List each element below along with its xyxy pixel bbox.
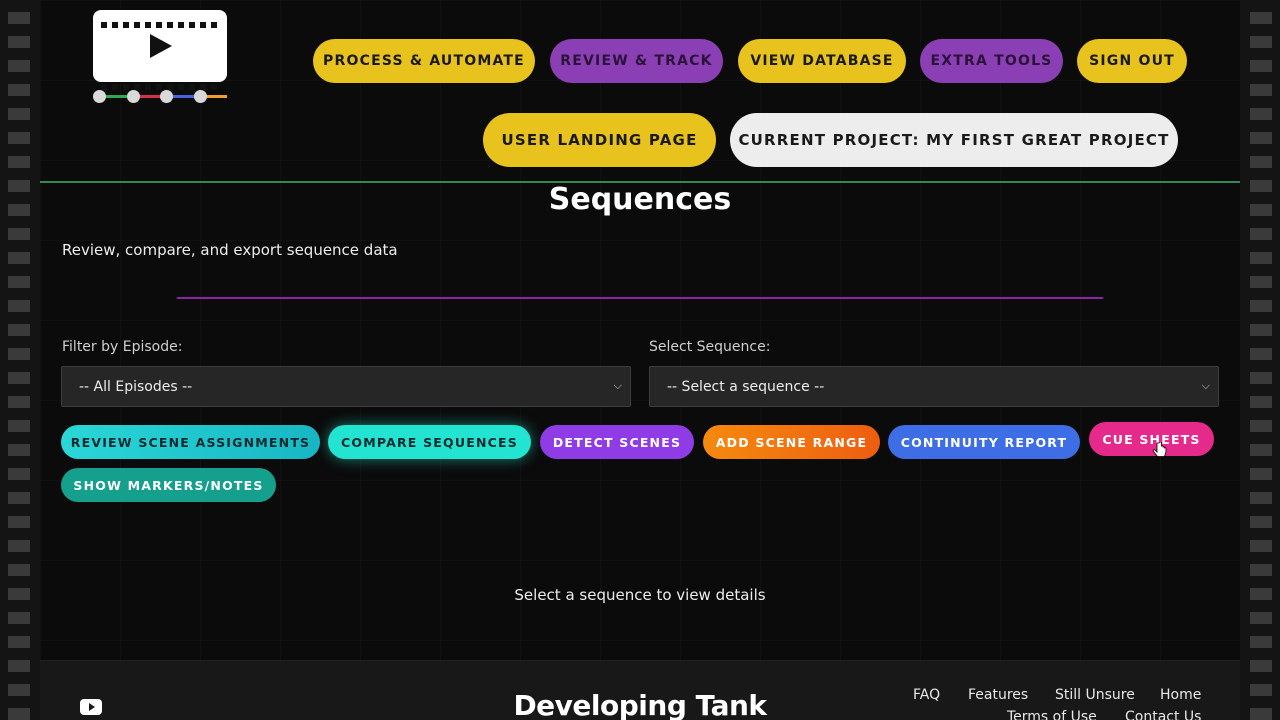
sequence-select-label: Select Sequence: bbox=[649, 339, 771, 355]
add-scene-range-button[interactable]: ADD SCENE RANGE bbox=[703, 425, 880, 459]
episode-filter-value: -- All Episodes -- bbox=[79, 378, 193, 395]
play-icon bbox=[150, 34, 172, 58]
footer: Developing Tank FAQ Features Still Unsur… bbox=[40, 660, 1240, 720]
footer-link-features[interactable]: Features bbox=[968, 687, 1028, 703]
nav-sign-out-button[interactable]: SIGN OUT bbox=[1077, 39, 1187, 83]
episode-filter-label: Filter by Episode: bbox=[62, 339, 183, 355]
film-strip-left bbox=[0, 0, 40, 720]
film-strip-right bbox=[1240, 0, 1280, 720]
continuity-report-button[interactable]: CONTINUITY REPORT bbox=[888, 425, 1080, 459]
footer-link-contact[interactable]: Contact Us bbox=[1125, 709, 1201, 720]
section-divider bbox=[177, 297, 1103, 299]
footer-link-home[interactable]: Home bbox=[1160, 687, 1201, 703]
current-project-button[interactable]: CURRENT PROJECT: MY FIRST GREAT PROJECT bbox=[730, 113, 1178, 167]
sequence-select-value: -- Select a sequence -- bbox=[667, 378, 825, 395]
footer-link-faq[interactable]: FAQ bbox=[913, 687, 940, 703]
nav-view-database-button[interactable]: VIEW DATABASE bbox=[738, 39, 906, 83]
chevron-down-icon: ⌵ bbox=[1201, 379, 1210, 392]
footer-link-still-unsure[interactable]: Still Unsure bbox=[1055, 687, 1135, 703]
user-landing-page-button[interactable]: USER LANDING PAGE bbox=[483, 113, 716, 167]
app-stage: PROCESS & AUTOMATE REVIEW & TRACK VIEW D… bbox=[40, 0, 1240, 720]
detect-scenes-button[interactable]: DETECT SCENES bbox=[540, 425, 694, 459]
app-logo[interactable] bbox=[92, 10, 228, 103]
episode-filter-select[interactable]: -- All Episodes -- ⌵ bbox=[61, 366, 631, 407]
empty-state-message: Select a sequence to view details bbox=[514, 586, 766, 604]
chevron-down-icon: ⌵ bbox=[613, 379, 622, 392]
show-markers-notes-button[interactable]: SHOW MARKERS/NOTES bbox=[61, 468, 276, 502]
hand-cursor-icon bbox=[1152, 442, 1167, 457]
compare-sequences-button[interactable]: COMPARE SEQUENCES bbox=[328, 425, 531, 459]
page-title: Sequences bbox=[548, 182, 732, 217]
review-scene-assignments-button[interactable]: REVIEW SCENE ASSIGNMENTS bbox=[61, 425, 320, 459]
nav-extra-tools-button[interactable]: EXTRA TOOLS bbox=[920, 39, 1063, 83]
nav-process-automate-button[interactable]: PROCESS & AUTOMATE bbox=[313, 39, 535, 83]
page-subtitle: Review, compare, and export sequence dat… bbox=[62, 241, 398, 259]
footer-link-terms[interactable]: Terms of Use bbox=[1007, 709, 1097, 720]
sequence-select[interactable]: -- Select a sequence -- ⌵ bbox=[649, 366, 1219, 407]
nav-review-track-button[interactable]: REVIEW & TRACK bbox=[550, 39, 723, 83]
